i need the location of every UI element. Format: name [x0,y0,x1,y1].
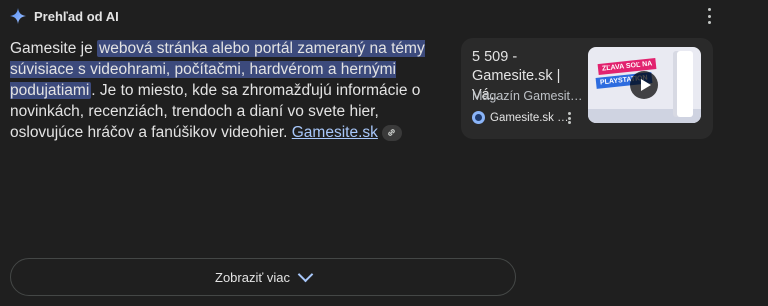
play-icon[interactable] [630,71,658,99]
chevron-down-icon [297,266,314,283]
gemini-sparkle-icon [10,8,26,24]
video-thumbnail[interactable]: ZĽAVA SOĽ NA PLAYSTATION [588,47,701,123]
link-icon[interactable] [381,124,402,141]
ai-overview-header: Prehľad od AI [10,6,119,26]
source-card-site-name: Gamesite.sk … [490,111,569,124]
source-link[interactable]: Gamesite.sk [292,124,378,141]
ai-answer-text: Gamesite je webová stránka alebo portál … [10,38,430,143]
card-more-icon[interactable] [567,112,571,124]
show-more-label: Zobraziť viac [215,269,290,285]
ai-overview-title: Prehľad od AI [34,8,119,24]
more-options-icon[interactable] [706,8,712,24]
console-image [677,51,693,117]
source-card-subtitle: Magazín Gamesit… [472,89,583,103]
source-card[interactable]: 5 509 - Gamesite.sk | Vá… Magazín Gamesi… [461,38,713,139]
answer-prefix: Gamesite je [10,40,98,57]
site-favicon-icon [472,111,485,124]
show-more-button[interactable]: Zobraziť viac [10,258,516,296]
source-card-site: Gamesite.sk … [472,111,569,124]
